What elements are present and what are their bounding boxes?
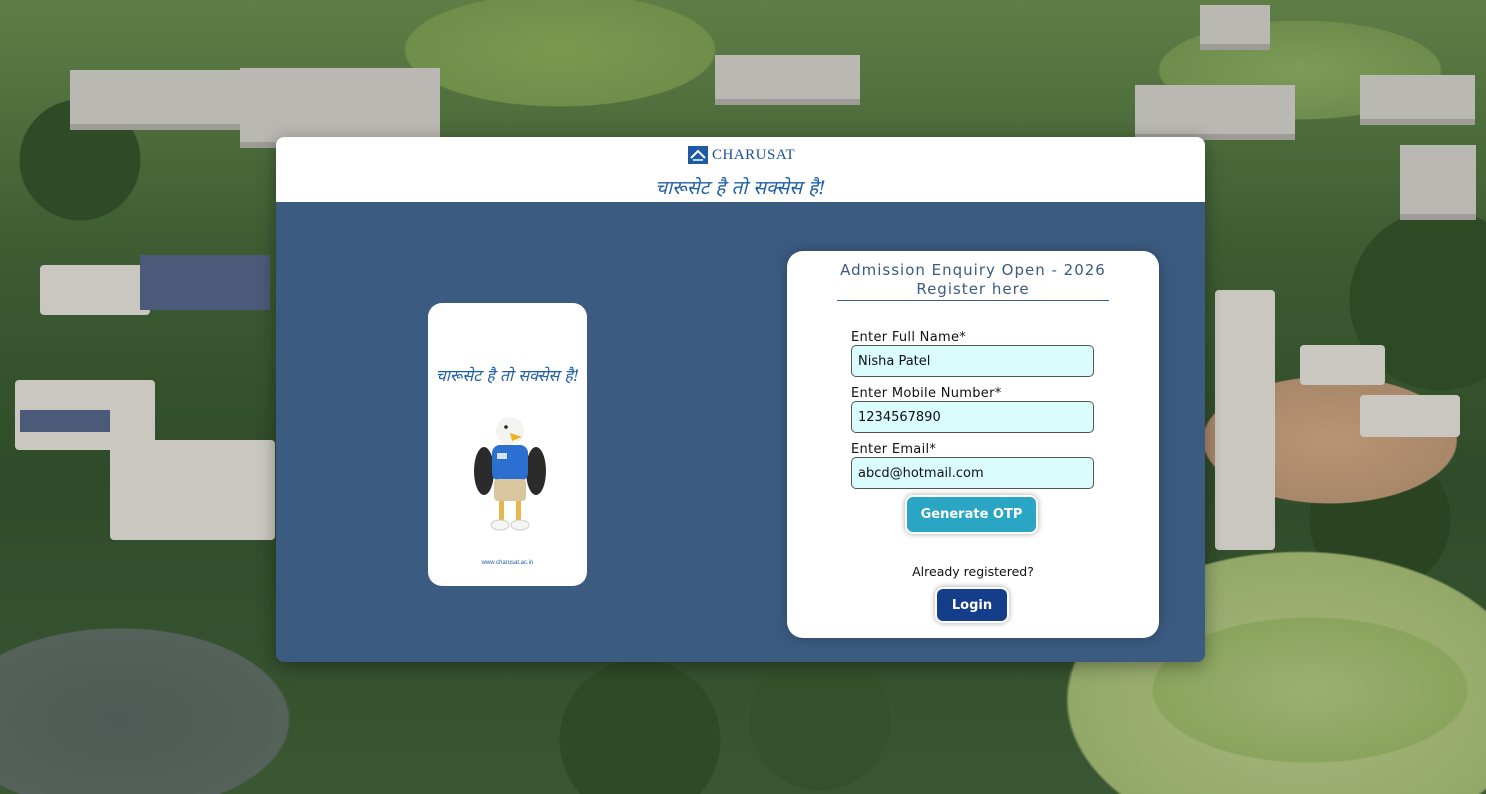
form-title-line1: Admission Enquiry Open - 2026	[840, 261, 1106, 279]
header-bar: CHARUSAT चारूसेट है तो सक्सेस है!	[276, 137, 1205, 202]
form-title-line2: Register here	[916, 280, 1030, 298]
title-divider	[837, 300, 1109, 301]
enquiry-form-card: Admission Enquiry Open - 2026 Register h…	[787, 251, 1159, 638]
full-name-label: Enter Full Name*	[851, 330, 967, 345]
mobile-number-label: Enter Mobile Number*	[851, 386, 1002, 401]
brand-slogan: चारूसेट है तो सक्सेस है!	[655, 177, 826, 199]
email-input[interactable]	[851, 457, 1094, 489]
brand-name: CHARUSAT	[712, 146, 796, 163]
eagle-mascot-icon	[474, 417, 546, 531]
generate-otp-button[interactable]: Generate OTP	[907, 497, 1036, 532]
mascot-slogan: चारूसेट है तो सक्सेस है!	[435, 366, 580, 385]
mascot-card: चारूसेट है तो सक्सेस है! www.charusat.ac…	[428, 303, 587, 586]
mobile-number-input[interactable]	[851, 401, 1094, 433]
already-registered-text: Already registered?	[912, 564, 1034, 579]
full-name-input[interactable]	[851, 345, 1094, 377]
brand-logo[interactable]: CHARUSAT	[688, 145, 795, 165]
login-button[interactable]: Login	[937, 589, 1007, 621]
email-label: Enter Email*	[851, 442, 937, 457]
charusat-logo-icon	[688, 146, 708, 164]
main-panel: CHARUSAT चारूसेट है तो सक्सेस है! चारूसे…	[276, 137, 1205, 662]
form-title: Admission Enquiry Open - 2026 Register h…	[787, 261, 1159, 299]
website-url[interactable]: www.charusat.ac.in	[428, 560, 587, 566]
